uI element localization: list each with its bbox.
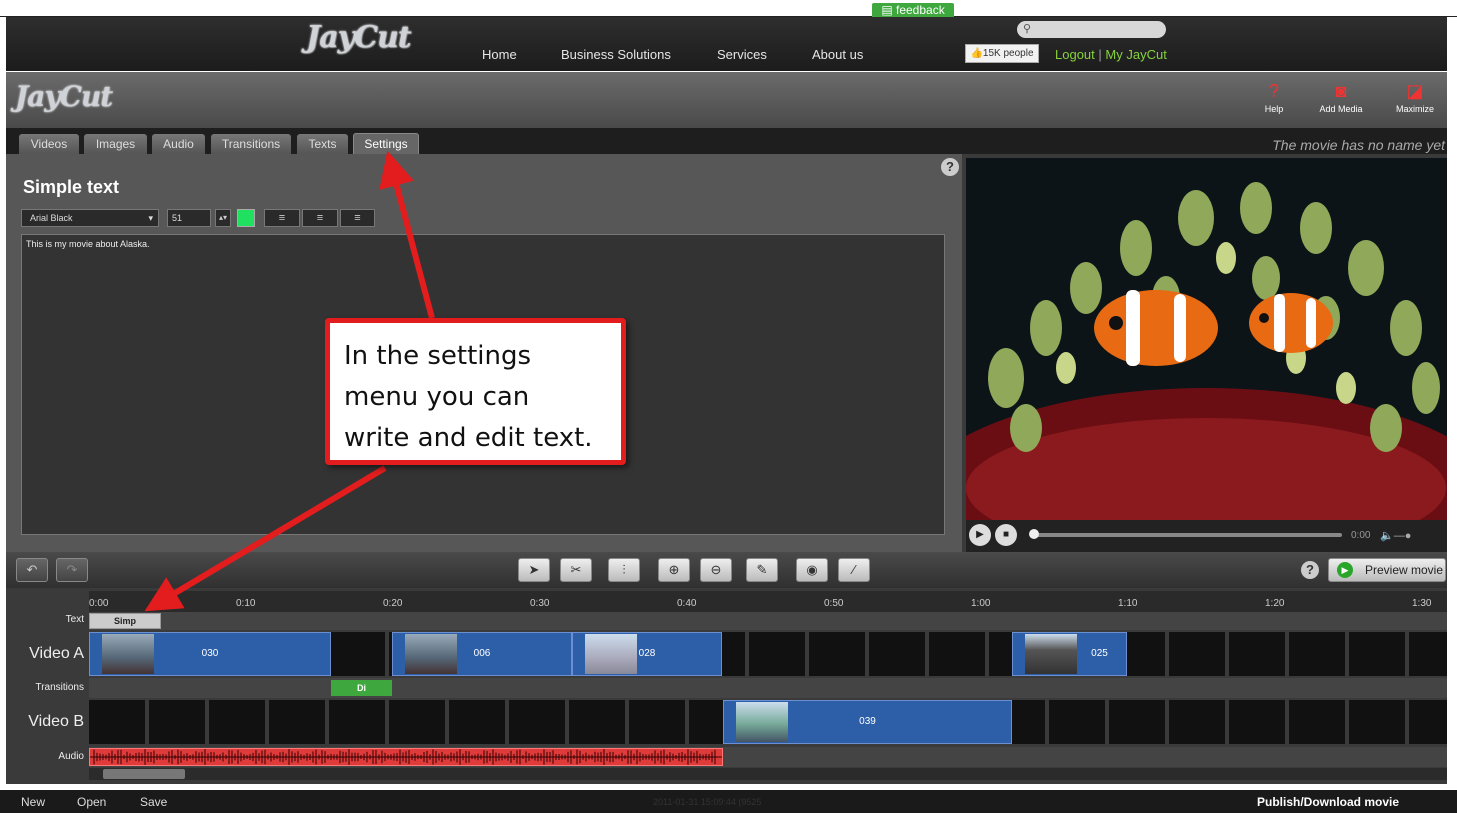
annotation-callout: In the settings menu you can write and e… [325,318,626,465]
callout-line: In the settings [344,341,532,371]
jaycut-app: ▤ feedback JayCut Home Business Solution… [0,0,1457,813]
arrow-to-text-clip [144,465,387,612]
callout-line: menu you can [344,382,530,412]
callout-line: write and edit text. [344,423,593,453]
arrow-to-settings-tab [379,150,435,319]
annotation-arrows [144,150,435,612]
